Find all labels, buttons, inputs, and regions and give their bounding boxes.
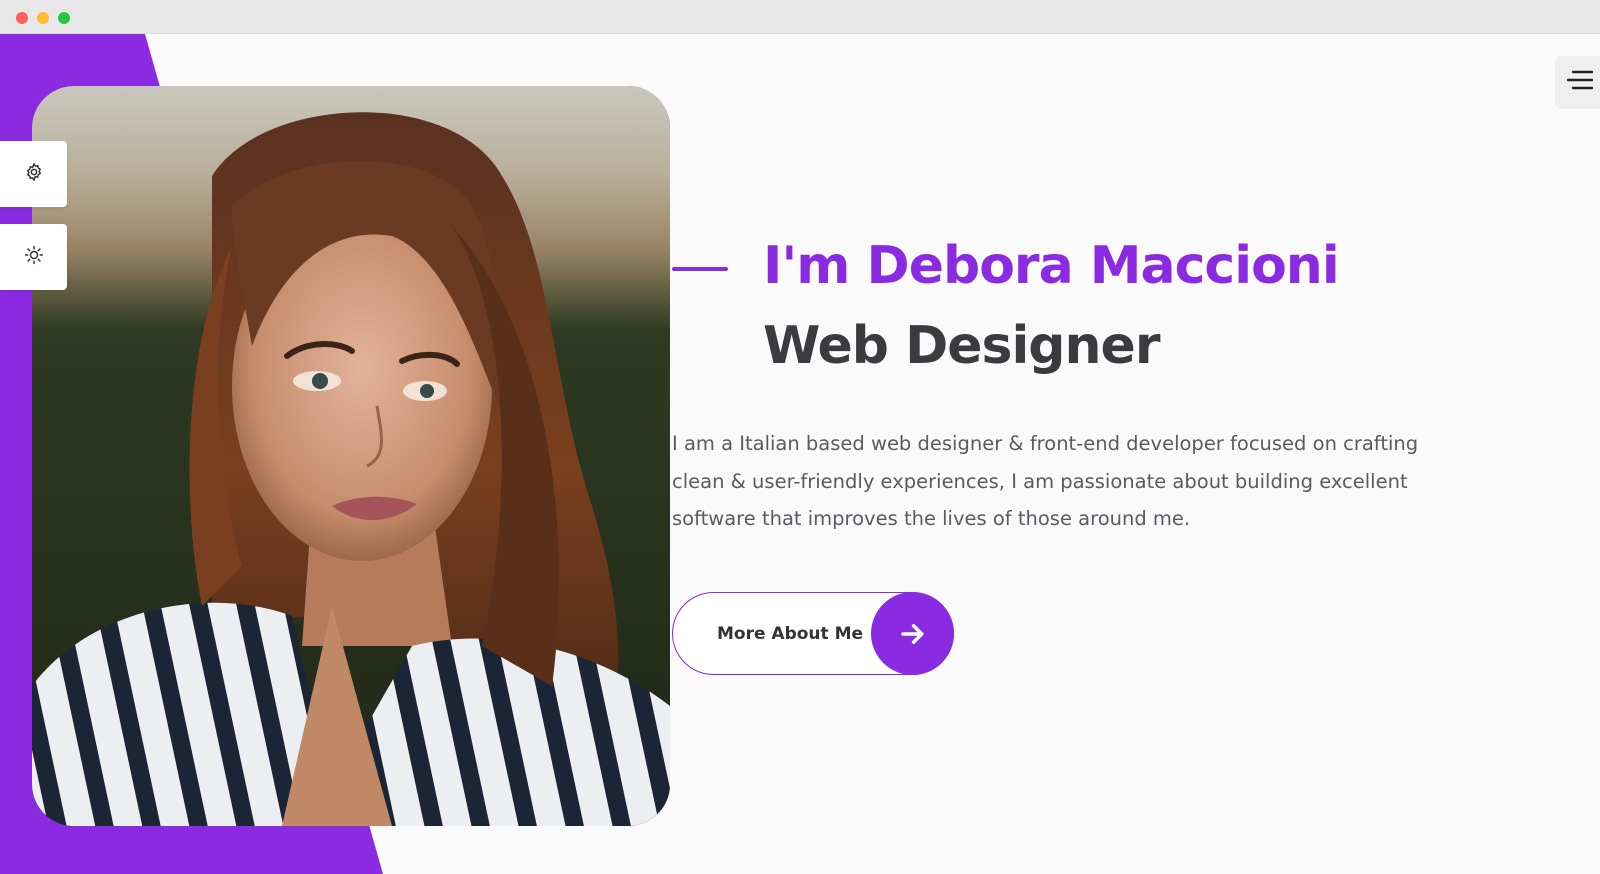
browser-titlebar bbox=[0, 0, 1600, 34]
hamburger-menu-icon bbox=[1566, 69, 1594, 96]
sun-icon bbox=[24, 245, 44, 270]
theme-toggle-button[interactable] bbox=[0, 224, 67, 290]
maximize-window-button[interactable] bbox=[58, 12, 70, 24]
portrait-photo bbox=[32, 86, 670, 826]
browser-window: I'm Debora Maccioni Web Designer I am a … bbox=[0, 0, 1600, 874]
cta-label: More About Me bbox=[717, 623, 864, 644]
settings-button[interactable] bbox=[0, 141, 67, 207]
more-about-me-button[interactable]: More About Me bbox=[672, 592, 954, 675]
arrow-right-icon[interactable] bbox=[871, 592, 954, 675]
hero-subtitle: Web Designer bbox=[763, 316, 1160, 376]
hero-title: I'm Debora Maccioni bbox=[763, 236, 1340, 296]
close-window-button[interactable] bbox=[16, 12, 28, 24]
hero-description: I am a Italian based web designer & fron… bbox=[672, 432, 1419, 530]
title-accent-line bbox=[672, 267, 728, 271]
gear-icon bbox=[24, 161, 44, 187]
menu-button[interactable] bbox=[1555, 56, 1600, 109]
minimize-window-button[interactable] bbox=[37, 12, 49, 24]
